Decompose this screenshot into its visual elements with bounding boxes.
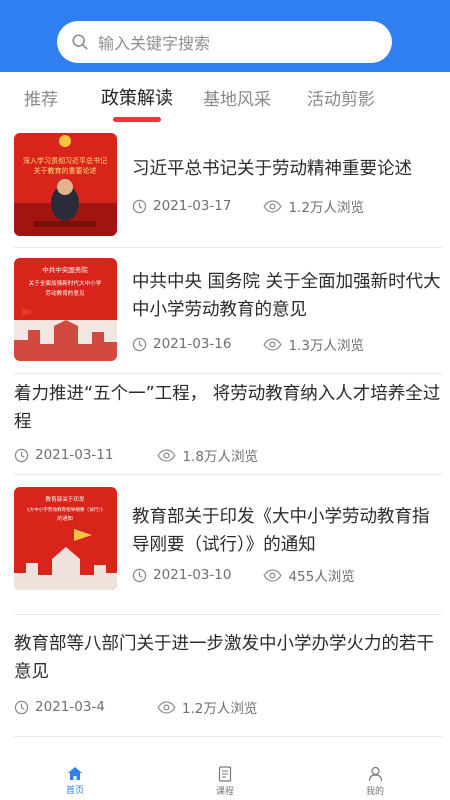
clock-icon <box>132 337 147 351</box>
eye-icon <box>263 568 283 582</box>
article-item[interactable]: 教育部关于印发 《大中小学劳动教育指导纲要（试行）》 的通知 教育部关于印发《大… <box>14 487 442 593</box>
home-icon <box>68 767 82 780</box>
article-title: 中共中央 国务院 关于全面加强新时代大中小学劳动教育的意见 <box>132 272 441 320</box>
thumb-line: 关于全面加强新时代大中小学 <box>29 279 102 287</box>
tab-recommend[interactable]: 推荐 <box>24 85 58 110</box>
article-item[interactable]: 深入学习贯彻习近平总书记 关于教育的重要论述 习近平总书记关于劳动精神重要论述 … <box>14 133 442 239</box>
eye-icon <box>157 448 177 462</box>
thumb-line: 深入学习贯彻习近平总书记 <box>23 156 107 165</box>
article-views: 1.2万人浏览 <box>288 200 364 216</box>
article-meta: 2021-03-4 1.2万人浏览 <box>14 697 257 717</box>
nav-home-label: 首页 <box>65 786 84 796</box>
tab-activities[interactable]: 活动剪影 <box>307 85 375 110</box>
article-date: 2021-03-17 <box>153 198 232 214</box>
article-views: 1.2万人浏览 <box>181 701 258 717</box>
article-date: 2021-03-10 <box>153 567 232 583</box>
thumb-line: 的通知 <box>57 514 73 522</box>
search-placeholder: 输入关键字搜索 <box>98 34 211 53</box>
article-thumbnail: 中共中央国务院 关于全面加强新时代大中小学 劳动教育的意见 <box>14 258 117 361</box>
bottom-nav: 首页 课程 我的 <box>0 752 450 800</box>
article-meta: 2021-03-16 1.3万人浏览 <box>132 334 364 354</box>
search-icon <box>72 34 88 50</box>
divider <box>14 736 442 737</box>
eye-icon <box>157 700 176 714</box>
eye-icon <box>263 337 283 351</box>
article-meta: 2021-03-17 1.2万人浏览 <box>132 196 364 216</box>
tab-indicator <box>113 117 161 122</box>
nav-courses[interactable]: 课程 <box>195 766 255 797</box>
article-thumbnail: 深入学习贯彻习近平总书记 关于教育的重要论述 <box>14 133 117 236</box>
thumb-line: 关于教育的重要论述 <box>34 166 97 175</box>
article-date: 2021-03-4 <box>35 699 105 715</box>
article-date: 2021-03-16 <box>153 336 232 352</box>
divider <box>14 373 442 374</box>
nav-courses-label: 课程 <box>215 787 234 797</box>
document-icon <box>218 766 232 782</box>
divider <box>14 474 442 475</box>
nav-profile[interactable]: 我的 <box>345 766 405 797</box>
clock-icon <box>132 199 147 213</box>
user-icon <box>368 766 382 782</box>
tab-policy[interactable]: 政策解读 <box>101 84 173 110</box>
thumb-line: 《大中小学劳动教育指导纲要（试行）》 <box>25 506 105 513</box>
thumb-line: 劳动教育的意见 <box>45 289 85 297</box>
thumb-line: 中共中央国务院 <box>42 265 88 274</box>
article-item[interactable]: 着力推进“五个一”工程， 将劳动教育纳入人才培养全过程 2021-03-11 1… <box>14 378 442 468</box>
nav-profile-label: 我的 <box>365 787 384 797</box>
thumb-line: 教育部关于印发 <box>45 495 85 503</box>
nav-home[interactable]: 首页 <box>45 766 105 796</box>
clock-icon <box>132 568 147 582</box>
top-bar: 输入关键字搜索 <box>0 0 450 72</box>
article-date: 2021-03-11 <box>35 447 114 463</box>
article-item[interactable]: 中共中央国务院 关于全面加强新时代大中小学 劳动教育的意见 中共中央 国务院 关… <box>14 258 442 364</box>
article-title: 教育部等八部门关于进一步激发中小学办学火力的若干意见 <box>14 634 434 682</box>
article-item[interactable]: 教育部等八部门关于进一步激发中小学办学火力的若干意见 2021-03-4 1.2… <box>14 630 442 730</box>
divider <box>14 614 442 615</box>
article-title: 教育部关于印发《大中小学劳动教育指导刚要（试行）》的通知 <box>132 507 430 555</box>
article-title: 着力推进“五个一”工程， 将劳动教育纳入人才培养全过程 <box>14 384 441 432</box>
article-thumbnail: 教育部关于印发 《大中小学劳动教育指导纲要（试行）》 的通知 <box>14 487 117 590</box>
clock-icon <box>14 448 29 462</box>
article-meta: 2021-03-10 455人浏览 <box>132 565 355 585</box>
divider <box>14 247 442 248</box>
article-views: 455人浏览 <box>288 569 355 585</box>
clock-icon <box>14 700 29 714</box>
article-views: 1.8万人浏览 <box>182 449 258 465</box>
search-input[interactable]: 输入关键字搜索 <box>57 21 392 63</box>
article-meta: 2021-03-11 1.8万人浏览 <box>14 445 258 465</box>
article-views: 1.3万人浏览 <box>288 338 364 354</box>
tab-bases[interactable]: 基地风采 <box>203 85 271 110</box>
article-title: 习近平总书记关于劳动精神重要论述 <box>132 159 412 179</box>
eye-icon <box>263 199 283 213</box>
category-tabs: 推荐 政策解读 基地风采 活动剪影 <box>0 72 450 124</box>
